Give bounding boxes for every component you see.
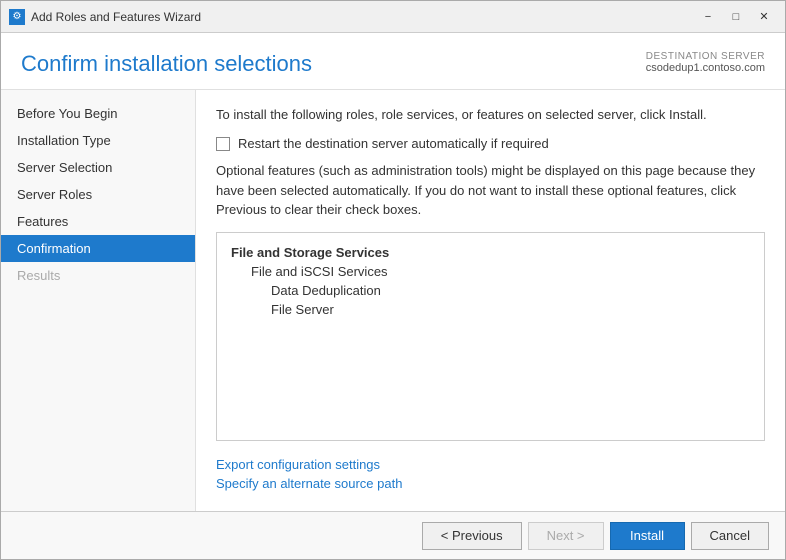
header: Confirm installation selections DESTINAT… <box>1 33 785 90</box>
links-section: Export configuration settings Specify an… <box>216 457 765 495</box>
feature-file-storage-services: File and Storage Services <box>231 243 750 262</box>
sidebar-item-results: Results <box>1 262 195 289</box>
maximize-button[interactable]: □ <box>723 7 749 27</box>
wizard-window: ⚙ Add Roles and Features Wizard − □ ✕ Co… <box>0 0 786 560</box>
export-config-link[interactable]: Export configuration settings <box>216 457 765 472</box>
sidebar-item-before-you-begin[interactable]: Before You Begin <box>1 100 195 127</box>
sidebar-item-features[interactable]: Features <box>1 208 195 235</box>
feature-file-server: File Server <box>231 300 750 319</box>
close-button[interactable]: ✕ <box>751 7 777 27</box>
sidebar-item-confirmation[interactable]: Confirmation <box>1 235 195 262</box>
destination-server-name: csodedup1.contoso.com <box>646 62 765 74</box>
destination-server-label: DESTINATION SERVER <box>646 51 765 62</box>
restart-checkbox-label: Restart the destination server automatic… <box>238 136 549 151</box>
next-button: Next > <box>528 522 604 550</box>
title-bar: ⚙ Add Roles and Features Wizard − □ ✕ <box>1 1 785 33</box>
page-title: Confirm installation selections <box>21 51 312 77</box>
app-icon: ⚙ <box>9 9 25 25</box>
alternate-source-link[interactable]: Specify an alternate source path <box>216 476 765 491</box>
sidebar: Before You Begin Installation Type Serve… <box>1 90 196 511</box>
window-title: Add Roles and Features Wizard <box>31 10 695 24</box>
minimize-button[interactable]: − <box>695 7 721 27</box>
sidebar-item-server-selection[interactable]: Server Selection <box>1 154 195 181</box>
content-area: Before You Begin Installation Type Serve… <box>1 90 785 511</box>
sidebar-item-installation-type[interactable]: Installation Type <box>1 127 195 154</box>
cancel-button[interactable]: Cancel <box>691 522 769 550</box>
features-list-box: File and Storage Services File and iSCSI… <box>216 232 765 441</box>
sidebar-item-server-roles[interactable]: Server Roles <box>1 181 195 208</box>
feature-data-deduplication: Data Deduplication <box>231 281 750 300</box>
window-controls: − □ ✕ <box>695 7 777 27</box>
previous-button[interactable]: < Previous <box>422 522 522 550</box>
install-button[interactable]: Install <box>610 522 685 550</box>
restart-checkbox[interactable] <box>216 137 230 151</box>
main-panel: To install the following roles, role ser… <box>196 90 785 511</box>
optional-features-text: Optional features (such as administratio… <box>216 161 765 220</box>
footer: < Previous Next > Install Cancel <box>1 511 785 559</box>
destination-server-info: DESTINATION SERVER csodedup1.contoso.com <box>646 51 765 74</box>
restart-checkbox-row: Restart the destination server automatic… <box>216 136 765 151</box>
instruction-text: To install the following roles, role ser… <box>216 106 765 124</box>
feature-file-iscsi-services: File and iSCSI Services <box>231 262 750 281</box>
